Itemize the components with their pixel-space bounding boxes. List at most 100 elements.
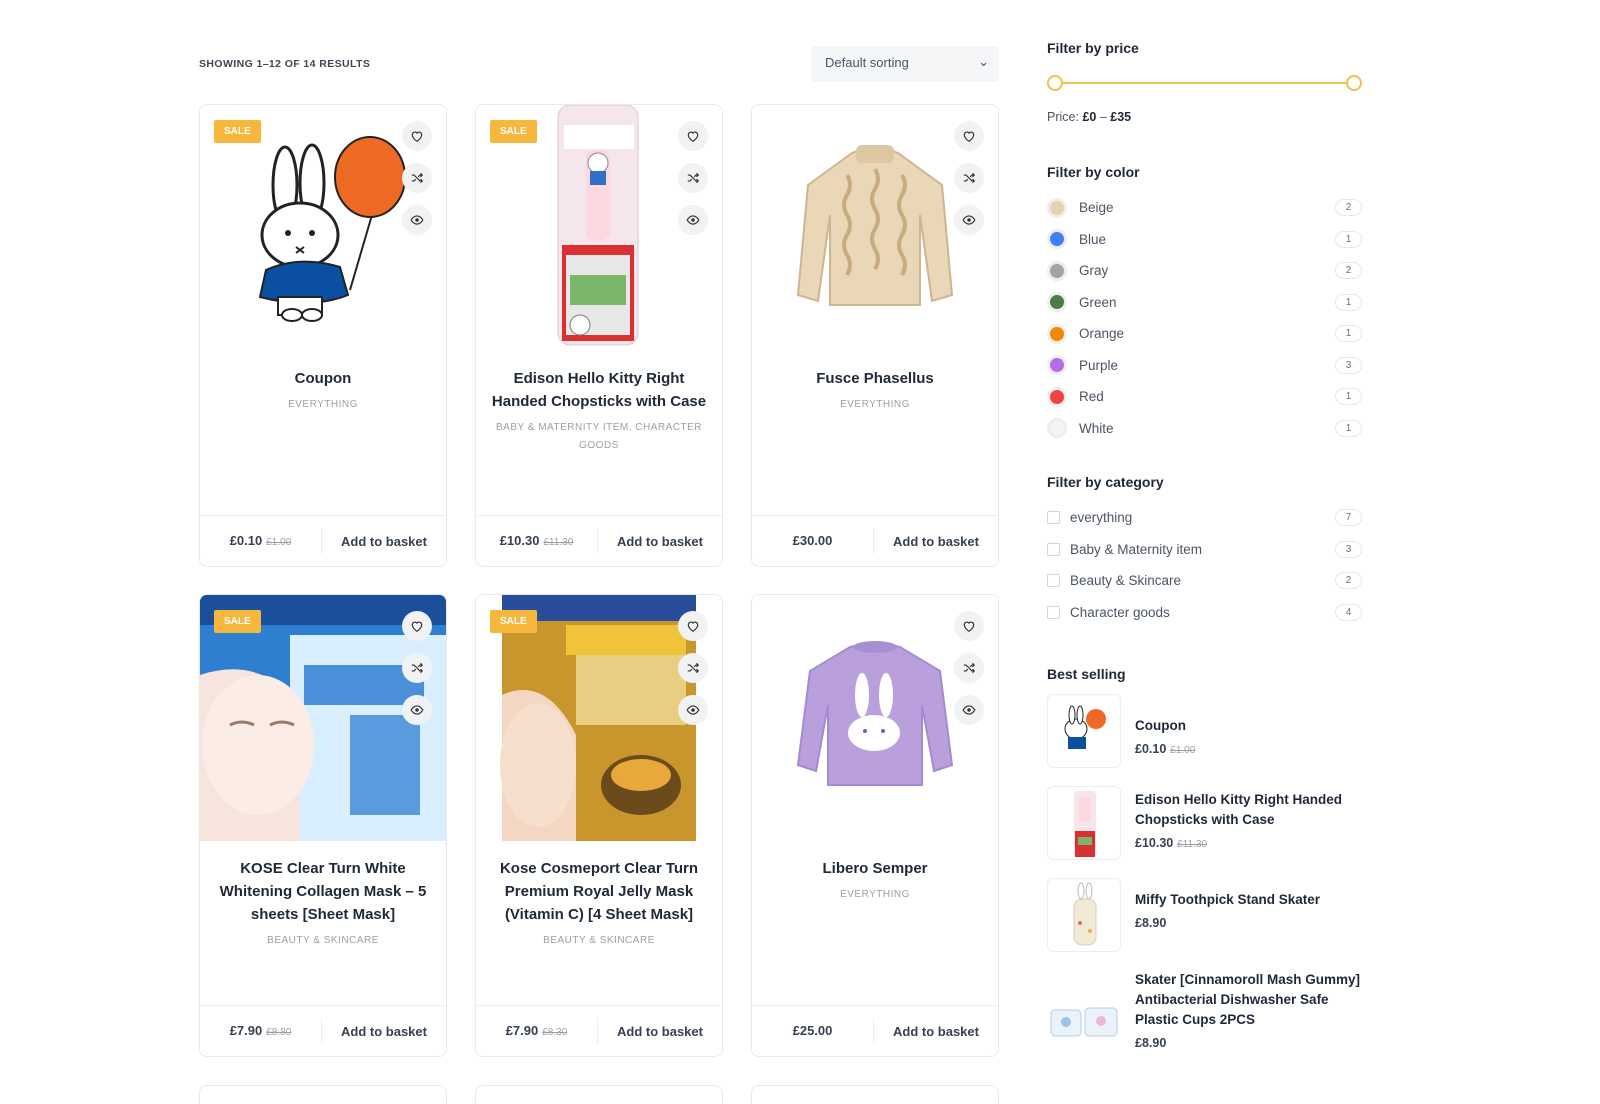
category-checkbox[interactable] (1047, 511, 1060, 525)
color-swatch[interactable] (1047, 355, 1067, 376)
color-swatch[interactable] (1047, 292, 1067, 313)
product-category[interactable]: BEAUTY & SKINCARE (214, 932, 432, 950)
product-title[interactable]: Libero Semper (822, 860, 927, 877)
color-filter-label[interactable]: Blue (1079, 232, 1106, 247)
quick-view-eye-icon[interactable] (954, 205, 984, 235)
color-swatch[interactable] (1047, 260, 1067, 281)
color-filter-label[interactable]: Purple (1079, 358, 1118, 373)
best-selling-item[interactable]: Miffy Toothpick Stand Skater £8.90 (1047, 878, 1362, 952)
quick-view-eye-icon[interactable] (678, 695, 708, 725)
best-selling-item[interactable]: Skater [Cinnamoroll Mash Gummy] Antibact… (1047, 970, 1362, 1058)
compare-shuffle-icon[interactable] (678, 163, 708, 193)
color-filter-label[interactable]: Red (1079, 389, 1104, 404)
color-swatch[interactable] (1047, 323, 1067, 344)
color-filter-label[interactable]: White (1079, 421, 1114, 436)
price-slider[interactable] (1047, 68, 1362, 98)
product-category[interactable]: EVERYTHING (766, 886, 984, 904)
category-filter-item[interactable]: Beauty & Skincare 2 (1047, 565, 1362, 597)
wishlist-heart-icon[interactable] (402, 121, 432, 151)
best-selling-thumb[interactable] (1047, 786, 1121, 860)
product-card[interactable]: SALE Kose Cosmeport Clear Turn Premium R… (475, 594, 723, 1057)
best-selling-name[interactable]: Edison Hello Kitty Right Handed Chopstic… (1135, 790, 1362, 830)
quick-view-eye-icon[interactable] (402, 205, 432, 235)
color-filter-item[interactable]: Red 1 (1047, 381, 1362, 413)
category-filter-label[interactable]: Baby & Maternity item (1070, 542, 1202, 557)
category-filter-item[interactable]: Character goods 4 (1047, 597, 1362, 629)
category-filter-label[interactable]: Beauty & Skincare (1070, 573, 1181, 588)
best-selling-thumb[interactable] (1047, 984, 1121, 1058)
color-filter-item[interactable]: Blue 1 (1047, 224, 1362, 256)
best-selling-name[interactable]: Skater [Cinnamoroll Mash Gummy] Antibact… (1135, 970, 1362, 1030)
category-filter-item[interactable]: Baby & Maternity item 3 (1047, 534, 1362, 566)
product-card[interactable]: SALE Edison Hello Kitty Right Handed Cho… (475, 104, 723, 567)
product-title[interactable]: KOSE Clear Turn White Whitening Collagen… (220, 860, 427, 923)
category-checkbox[interactable] (1047, 542, 1060, 556)
add-to-basket-button[interactable]: Add to basket (322, 1024, 446, 1039)
category-checkbox[interactable] (1047, 574, 1060, 588)
compare-shuffle-icon[interactable] (678, 653, 708, 683)
best-selling-thumb[interactable] (1047, 878, 1121, 952)
product-category[interactable]: EVERYTHING (766, 396, 984, 414)
product-card[interactable] (751, 1085, 999, 1104)
best-selling-name[interactable]: Miffy Toothpick Stand Skater (1135, 890, 1320, 910)
product-title[interactable]: Edison Hello Kitty Right Handed Chopstic… (492, 370, 706, 410)
best-selling-name[interactable]: Coupon (1135, 716, 1195, 736)
wishlist-heart-icon[interactable] (678, 611, 708, 641)
wishlist-heart-icon[interactable] (402, 611, 432, 641)
category-checkbox[interactable] (1047, 605, 1060, 619)
compare-shuffle-icon[interactable] (954, 163, 984, 193)
category-filter-widget: Filter by category everything 7 Baby & Mat… (1047, 474, 1362, 628)
product-category[interactable]: BEAUTY & SKINCARE (490, 932, 708, 950)
product-card[interactable]: SALE Coupon EVERYTHING £0.10 £1.00 Add to… (199, 104, 447, 567)
product-category[interactable]: EVERYTHING (214, 396, 432, 414)
color-swatch[interactable] (1047, 197, 1067, 218)
color-filter-item[interactable]: Beige 2 (1047, 192, 1362, 224)
product-title[interactable]: Fusce Phasellus (816, 370, 934, 387)
add-to-basket-button[interactable]: Add to basket (322, 534, 446, 549)
best-selling-item[interactable]: Edison Hello Kitty Right Handed Chopstic… (1047, 786, 1362, 860)
color-swatch[interactable] (1047, 229, 1067, 250)
category-filter-item[interactable]: everything 7 (1047, 502, 1362, 534)
product-card[interactable]: SALE KOSE Clear Turn White Whitening Col… (199, 594, 447, 1057)
wishlist-heart-icon[interactable] (678, 121, 708, 151)
product-title[interactable]: Kose Cosmeport Clear Turn Premium Royal … (500, 860, 698, 923)
color-filter-item[interactable]: Purple 3 (1047, 350, 1362, 382)
best-selling-item[interactable]: Coupon £0.10 £1.00 (1047, 694, 1362, 768)
compare-shuffle-icon[interactable] (402, 163, 432, 193)
wishlist-heart-icon[interactable] (954, 121, 984, 151)
color-filter-label[interactable]: Gray (1079, 263, 1108, 278)
color-filter-label[interactable]: Beige (1079, 200, 1114, 215)
product-title[interactable]: Coupon (295, 370, 352, 387)
card-footer: £7.90 £8.80 Add to basket (200, 1005, 446, 1056)
best-selling-thumb[interactable] (1047, 694, 1121, 768)
add-to-basket-button[interactable]: Add to basket (598, 1024, 722, 1039)
quick-view-eye-icon[interactable] (954, 695, 984, 725)
color-filter-item[interactable]: Orange 1 (1047, 318, 1362, 350)
product-category[interactable]: BABY & MATERNITY ITEM, CHARACTER GOODS (490, 419, 708, 455)
product-card[interactable]: Libero Semper EVERYTHING £25.00 Add to b… (751, 594, 999, 1057)
color-filter-item[interactable]: White 1 (1047, 413, 1362, 445)
category-filter-label[interactable]: everything (1070, 510, 1132, 525)
price-slider-track[interactable] (1055, 82, 1354, 84)
color-swatch[interactable] (1047, 386, 1067, 407)
color-filter-label[interactable]: Orange (1079, 326, 1124, 341)
compare-shuffle-icon[interactable] (954, 653, 984, 683)
add-to-basket-button[interactable]: Add to basket (874, 1024, 998, 1039)
quick-view-eye-icon[interactable] (678, 205, 708, 235)
category-filter-label[interactable]: Character goods (1070, 605, 1170, 620)
product-card[interactable] (475, 1085, 723, 1104)
product-card[interactable] (199, 1085, 447, 1104)
price-slider-min-handle[interactable] (1047, 75, 1063, 91)
price-slider-max-handle[interactable] (1346, 75, 1362, 91)
color-filter-item[interactable]: Green 1 (1047, 287, 1362, 319)
add-to-basket-button[interactable]: Add to basket (598, 534, 722, 549)
color-filter-item[interactable]: Gray 2 (1047, 255, 1362, 287)
color-filter-label[interactable]: Green (1079, 295, 1117, 310)
compare-shuffle-icon[interactable] (402, 653, 432, 683)
wishlist-heart-icon[interactable] (954, 611, 984, 641)
quick-view-eye-icon[interactable] (402, 695, 432, 725)
add-to-basket-button[interactable]: Add to basket (874, 534, 998, 549)
sort-select[interactable]: Default sorting ⌄ (811, 46, 999, 82)
product-card[interactable]: Fusce Phasellus EVERYTHING £30.00 Add to… (751, 104, 999, 567)
color-swatch[interactable] (1047, 418, 1067, 439)
